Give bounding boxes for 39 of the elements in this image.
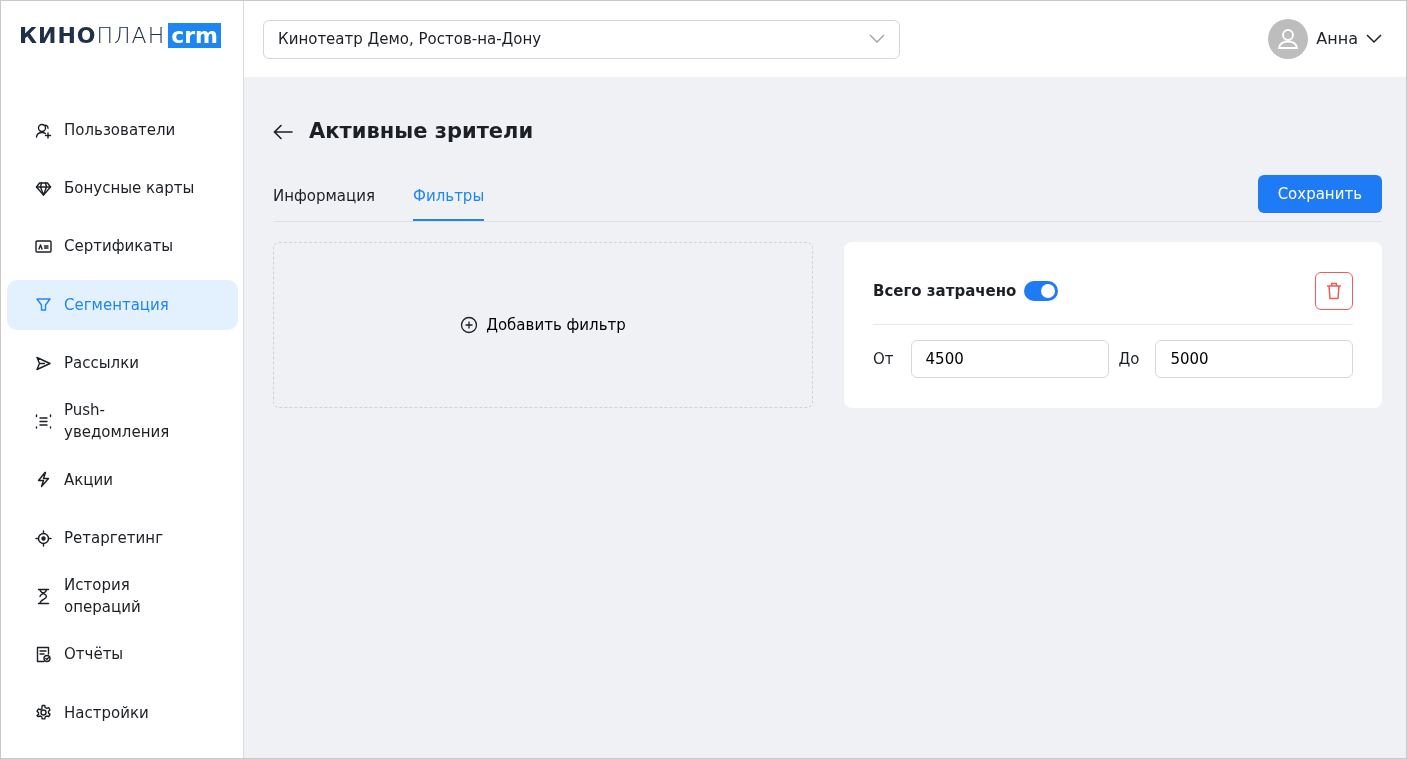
target-icon <box>35 529 52 547</box>
send-icon <box>35 354 52 372</box>
trash-icon <box>1326 282 1342 301</box>
user-name[interactable]: Анна <box>1316 27 1358 51</box>
gear-icon <box>35 704 52 722</box>
add-filter-button[interactable]: Добавить фильтр <box>273 242 813 409</box>
chevron-down-icon[interactable] <box>1366 34 1382 44</box>
cinema-select[interactable]: Кинотеатр Демо, Ростов-на-Дону <box>263 19 900 59</box>
sidebar-item[interactable]: Push-уведомления <box>7 396 238 447</box>
sidebar-item[interactable]: Бонусные карты <box>7 163 238 214</box>
save-button[interactable]: Сохранить <box>1257 175 1382 214</box>
from-input[interactable]: 4500 <box>910 340 1109 379</box>
sidebar-item[interactable]: Сертификаты <box>7 221 238 272</box>
filter-title: Всего затрачено <box>873 280 1017 302</box>
report-icon <box>35 646 52 664</box>
sidebar-item[interactable]: Пользователи <box>7 105 238 155</box>
sidebar-item[interactable]: История операций <box>7 571 238 622</box>
notification-list-icon <box>35 413 52 430</box>
delete-button[interactable] <box>1315 272 1353 311</box>
id-card-icon <box>35 238 52 256</box>
sidebar-item[interactable]: Настройки <box>7 687 238 738</box>
page-title: Активные зрители <box>309 119 534 145</box>
sidebar-item[interactable]: Отчёты <box>7 629 238 680</box>
toggle-switch[interactable] <box>1024 281 1059 302</box>
sidebar-item[interactable]: Рассылки <box>7 338 238 389</box>
sidebar-item[interactable]: Акции <box>7 454 238 505</box>
plus-circle-icon <box>460 316 479 335</box>
to-label: До <box>1118 348 1140 370</box>
to-input[interactable]: 5000 <box>1155 340 1354 379</box>
lightning-icon <box>35 471 52 489</box>
tab[interactable]: Информация <box>273 184 376 222</box>
back-arrow-icon[interactable] <box>273 123 293 140</box>
users-icon <box>35 121 52 139</box>
chevron-down-icon <box>869 34 885 44</box>
funnel-icon <box>35 296 52 314</box>
sidebar-item[interactable]: Ретаргетинг <box>7 513 238 564</box>
logo: КИНОПЛАН crm <box>19 23 222 48</box>
diamond-icon <box>35 179 52 197</box>
from-label: От <box>873 348 894 370</box>
